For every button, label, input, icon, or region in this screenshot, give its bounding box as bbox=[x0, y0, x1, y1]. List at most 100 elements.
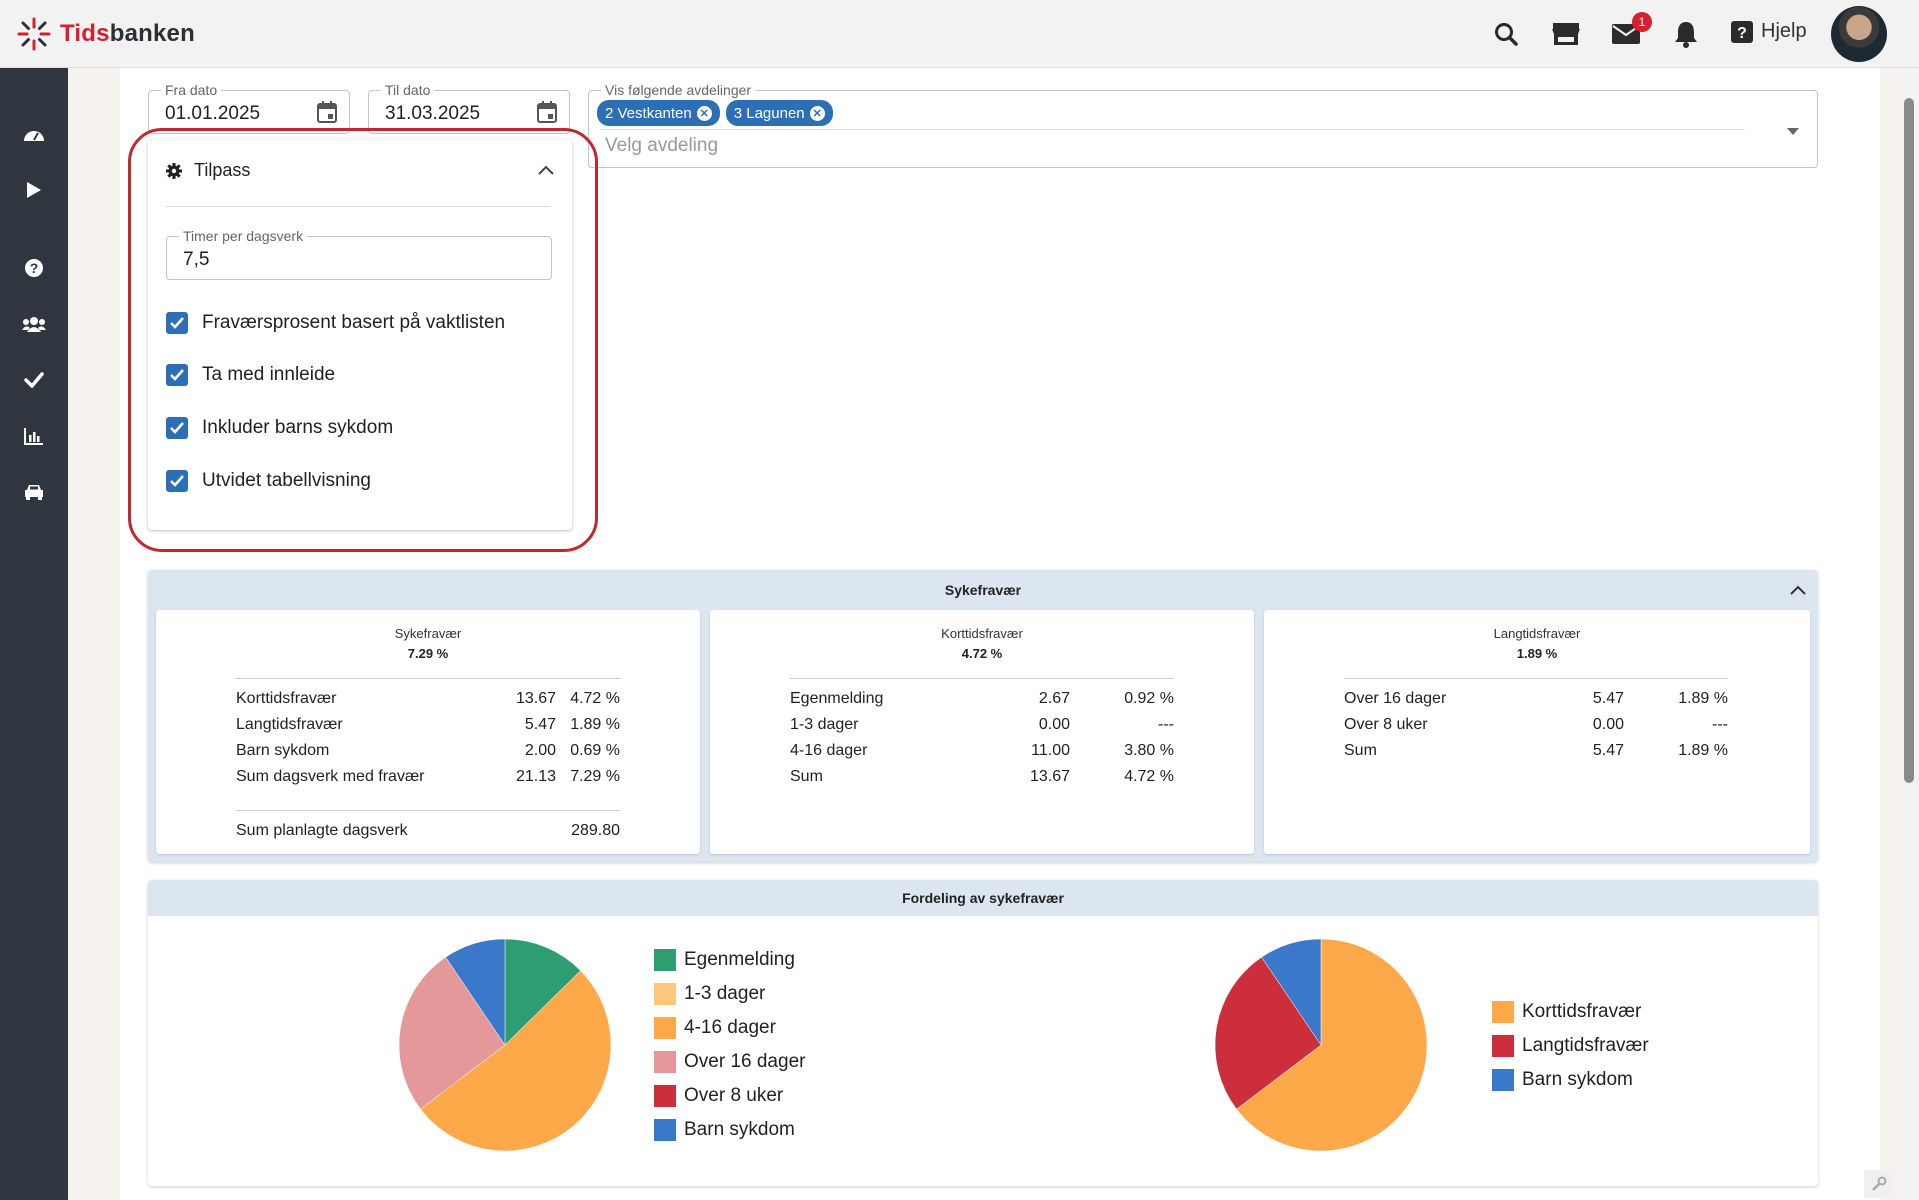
chevron-up-icon[interactable] bbox=[1790, 582, 1806, 600]
short-term-card: Korttidsfravær 4.72 % Egenmelding 2.67 0… bbox=[710, 610, 1254, 854]
mail-icon[interactable]: 1 bbox=[1610, 12, 1652, 50]
divider bbox=[236, 810, 620, 811]
legend-label: Barn sykdom bbox=[684, 1119, 795, 1140]
logo[interactable]: Tidsbanken bbox=[16, 16, 195, 52]
row-percent: 1.89 % bbox=[1678, 690, 1728, 707]
department-divider bbox=[601, 129, 1745, 130]
department-chips: 2 Vestkanten ✕ 3 Lagunen ✕ bbox=[597, 100, 839, 126]
legend-item[interactable]: Barn sykdom bbox=[1492, 1068, 1649, 1092]
row-value: 5.47 bbox=[524, 716, 556, 733]
scrollbar-thumb[interactable] bbox=[1904, 98, 1914, 783]
row-value: 11.00 bbox=[1031, 742, 1070, 759]
department-chip[interactable]: 2 Vestkanten ✕ bbox=[597, 100, 720, 126]
svg-text:?: ? bbox=[1737, 25, 1747, 42]
chip-close-icon[interactable]: ✕ bbox=[809, 105, 825, 121]
legend-item[interactable]: Langtidsfravær bbox=[1492, 1034, 1649, 1058]
department-chip[interactable]: 3 Lagunen ✕ bbox=[725, 100, 833, 126]
row-value: 5.47 bbox=[1592, 690, 1624, 707]
department-input[interactable]: Velg avdeling bbox=[605, 135, 718, 157]
help-button[interactable]: ? Hjelp bbox=[1731, 20, 1807, 43]
row-value: 21.13 bbox=[515, 768, 556, 785]
card-percent: 1.89 % bbox=[1516, 646, 1558, 661]
users-icon[interactable] bbox=[20, 310, 48, 338]
divider bbox=[790, 678, 1174, 679]
row-percent: 3.80 % bbox=[1124, 742, 1174, 759]
legend-swatch bbox=[1492, 1069, 1514, 1091]
row-percent: 4.72 % bbox=[1124, 768, 1174, 785]
legend-item[interactable]: Egenmelding bbox=[654, 948, 805, 972]
legend-label: 1-3 dager bbox=[684, 983, 766, 1004]
question-square-icon: ? bbox=[1731, 20, 1753, 43]
row-value: 0.00 bbox=[1592, 716, 1624, 733]
legend-label: Over 16 dager bbox=[684, 1051, 806, 1072]
pie-chart-detail bbox=[398, 938, 612, 1152]
chip-close-icon[interactable]: ✕ bbox=[696, 105, 712, 121]
pie-legend-summary: Korttidsfravær Langtidsfravær Barn sykdom bbox=[1492, 1000, 1649, 1092]
legend-label: Langtidsfravær bbox=[1522, 1035, 1649, 1056]
question-circle-icon[interactable]: ? bbox=[20, 254, 48, 282]
legend-item[interactable]: 1-3 dager bbox=[654, 982, 805, 1006]
row-percent: 1.89 % bbox=[1678, 742, 1728, 759]
row-value: 0.00 bbox=[1038, 716, 1070, 733]
row-label: Over 8 uker bbox=[1344, 716, 1428, 733]
legend-label: Barn sykdom bbox=[1522, 1069, 1633, 1090]
legend-item[interactable]: Korttidsfravær bbox=[1492, 1000, 1649, 1024]
row-label: Korttidsfravær bbox=[236, 690, 337, 707]
from-date-label: Fra dato bbox=[161, 82, 222, 98]
legend-item[interactable]: 4-16 dager bbox=[654, 1016, 805, 1040]
row-label: Sum bbox=[1344, 742, 1377, 759]
sick-leave-panel: Sykefravær Sykefravær 7.29 % Korttidsfra… bbox=[148, 570, 1818, 862]
sick-leave-title: Sykefravær bbox=[944, 582, 1022, 598]
row-percent: 4.72 % bbox=[570, 690, 620, 707]
check-icon[interactable] bbox=[20, 366, 48, 394]
card-title: Korttidsfravær bbox=[941, 626, 1023, 641]
bar-chart-icon[interactable] bbox=[20, 422, 48, 450]
calendar-icon[interactable] bbox=[317, 101, 337, 128]
from-date-value: 01.01.2025 bbox=[165, 103, 261, 124]
long-term-card: Langtidsfravær 1.89 % Over 16 dager 5.47… bbox=[1264, 610, 1810, 854]
row-percent: --- bbox=[1158, 716, 1174, 733]
search-icon[interactable] bbox=[1490, 18, 1522, 50]
row-value: 13.67 bbox=[515, 690, 556, 707]
row-label: Sum bbox=[790, 768, 823, 785]
legend-swatch bbox=[654, 1051, 676, 1073]
department-label: Vis følgende avdelinger bbox=[601, 82, 756, 98]
dashboard-icon[interactable] bbox=[20, 120, 48, 148]
svg-text:?: ? bbox=[30, 260, 39, 276]
logo-text: Tidsbanken bbox=[60, 20, 195, 47]
row-percent: 1.89 % bbox=[570, 716, 620, 733]
help-label: Hjelp bbox=[1761, 20, 1807, 42]
legend-item[interactable]: Barn sykdom bbox=[654, 1118, 805, 1142]
row-label: 1-3 dager bbox=[790, 716, 859, 733]
to-date-label: Til dato bbox=[381, 82, 435, 98]
calendar-icon[interactable] bbox=[537, 101, 557, 128]
row-percent: --- bbox=[1712, 716, 1728, 733]
wrench-icon[interactable] bbox=[1864, 1170, 1894, 1198]
card-title: Langtidsfravær bbox=[1493, 626, 1581, 641]
card-percent: 7.29 % bbox=[407, 646, 449, 661]
distribution-panel: Fordeling av sykefravær Egenmelding 1-3 d… bbox=[148, 880, 1818, 1186]
top-bar: Tidsbanken 1 ? Hjelp bbox=[0, 0, 1919, 68]
bell-icon[interactable] bbox=[1670, 18, 1702, 50]
legend-item[interactable]: Over 8 uker bbox=[654, 1084, 805, 1108]
legend-label: 4-16 dager bbox=[684, 1017, 776, 1038]
row-percent: 7.29 % bbox=[570, 768, 620, 785]
legend-label: Korttidsfravær bbox=[1522, 1001, 1642, 1022]
avatar[interactable] bbox=[1831, 6, 1887, 62]
store-icon[interactable] bbox=[1550, 18, 1582, 50]
row-label: Barn sykdom bbox=[236, 742, 330, 759]
legend-swatch bbox=[654, 1017, 676, 1039]
department-select[interactable]: Vis følgende avdelinger 2 Vestkanten ✕ 3 … bbox=[588, 82, 1818, 168]
car-icon[interactable] bbox=[20, 478, 48, 506]
divider bbox=[236, 678, 620, 679]
legend-swatch bbox=[654, 983, 676, 1005]
row-label: Over 16 dager bbox=[1344, 690, 1447, 707]
legend-item[interactable]: Over 16 dager bbox=[654, 1050, 805, 1074]
divider bbox=[1344, 678, 1728, 679]
pie-chart-summary bbox=[1214, 938, 1428, 1152]
dropdown-arrow-icon[interactable] bbox=[1787, 123, 1799, 141]
play-icon[interactable] bbox=[20, 176, 48, 204]
legend-swatch bbox=[654, 1085, 676, 1107]
footer-label: Sum planlagte dagsverk bbox=[236, 822, 408, 839]
row-label: Sum dagsverk med fravær bbox=[236, 768, 425, 785]
